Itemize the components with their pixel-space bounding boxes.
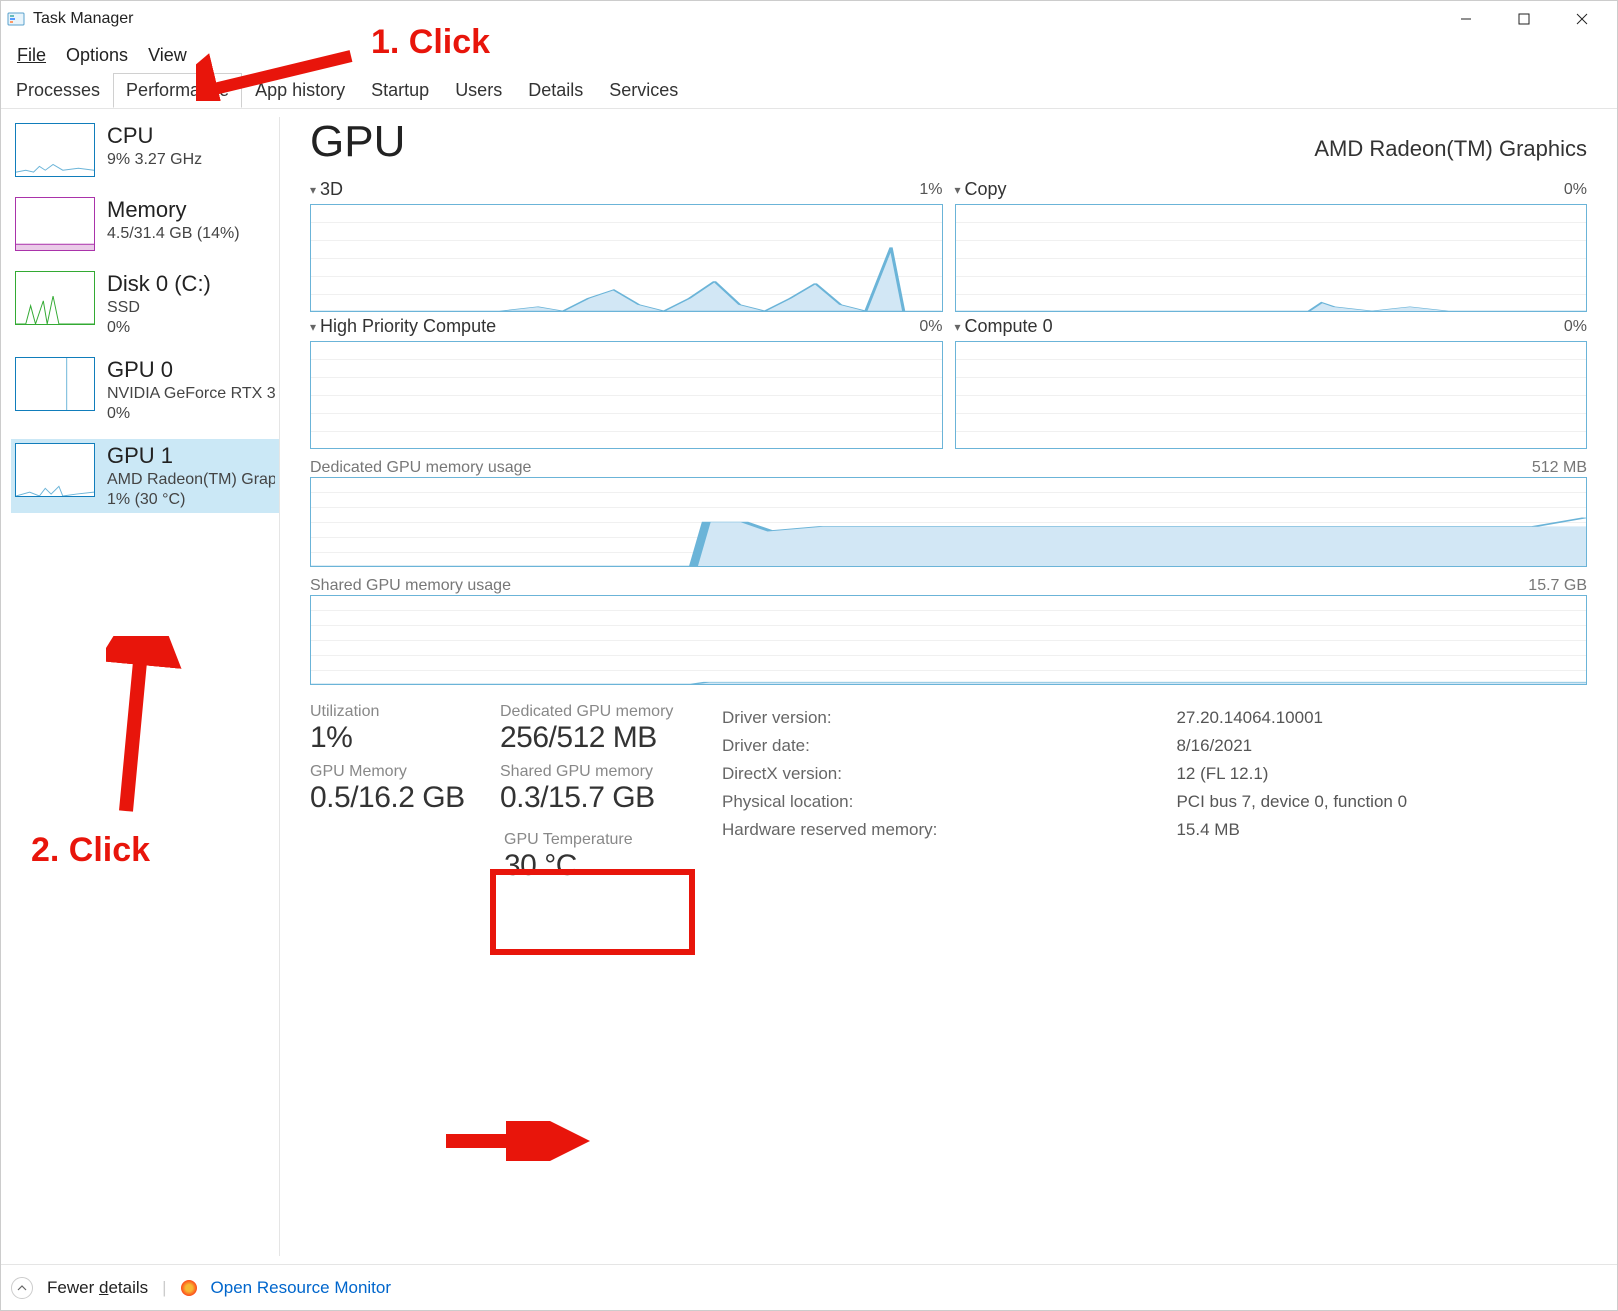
shared-mem-max: 15.7 GB	[1528, 577, 1587, 595]
window-title: Task Manager	[33, 10, 134, 28]
chevron-down-icon[interactable]: ▾	[955, 183, 961, 197]
stat-smem-value: 0.3/15.7 GB	[500, 781, 690, 815]
info-driver-version-value: 27.20.14064.10001	[1176, 705, 1585, 731]
info-driver-date-label: Driver date:	[722, 733, 1174, 759]
chevron-down-icon[interactable]: ▾	[310, 183, 316, 197]
tab-processes[interactable]: Processes	[3, 73, 113, 108]
chart-3d	[310, 204, 943, 312]
stat-util-label: Utilization	[310, 703, 470, 721]
chart-copy-pct: 0%	[1564, 181, 1587, 199]
tab-performance[interactable]: Performance	[113, 73, 242, 108]
chart-dedicated-mem	[310, 477, 1587, 567]
tab-users[interactable]: Users	[442, 73, 515, 108]
gpu0-title: GPU 0	[107, 357, 275, 383]
task-manager-window: Task Manager File Options View Processes…	[0, 0, 1618, 1311]
memory-sub: 4.5/31.4 GB (14%)	[107, 225, 240, 243]
gpu0-pct: 0%	[107, 405, 275, 423]
maximize-button[interactable]	[1495, 1, 1553, 37]
chart-compute0-pct: 0%	[1564, 318, 1587, 336]
stat-gmem-value: 0.5/16.2 GB	[310, 781, 470, 815]
sidebar-item-gpu0[interactable]: GPU 0 NVIDIA GeForce RTX 30 0%	[11, 353, 279, 427]
stat-temp-label: GPU Temperature	[504, 831, 686, 849]
info-physloc-label: Physical location:	[722, 789, 1174, 815]
chart-high-priority-compute	[310, 341, 943, 449]
sidebar-item-gpu1[interactable]: GPU 1 AMD Radeon(TM) Grapl 1% (30 °C)	[11, 439, 279, 513]
disk-sub: SSD	[107, 299, 211, 317]
disk-pct: 0%	[107, 319, 211, 337]
stat-gmem-label: GPU Memory	[310, 763, 470, 781]
performance-sidebar: CPU 9% 3.27 GHz Memory 4.5/31.4 GB (14%)	[1, 109, 279, 1264]
stat-smem-label: Shared GPU memory	[500, 763, 690, 781]
disk-thumb	[15, 271, 95, 325]
chevron-down-icon[interactable]: ▾	[955, 320, 961, 334]
panel-title: GPU	[310, 117, 405, 167]
device-name: AMD Radeon(TM) Graphics	[1314, 136, 1587, 162]
info-physloc-value: PCI bus 7, device 0, function 0	[1176, 789, 1585, 815]
cpu-title: CPU	[107, 123, 202, 149]
tab-details[interactable]: Details	[515, 73, 596, 108]
gpu-detail-panel: GPU AMD Radeon(TM) Graphics ▾ 3D 1%	[280, 109, 1617, 1264]
chart-3d-pct: 1%	[919, 181, 942, 199]
info-driver-version-label: Driver version:	[722, 705, 1174, 731]
menu-options[interactable]: Options	[56, 41, 138, 70]
memory-thumb	[15, 197, 95, 251]
info-driver-date-value: 8/16/2021	[1176, 733, 1585, 759]
disk-title: Disk 0 (C:)	[107, 271, 211, 297]
titlebar: Task Manager	[1, 1, 1617, 37]
gpu0-sub: NVIDIA GeForce RTX 30	[107, 385, 275, 403]
chart-copy	[955, 204, 1588, 312]
menu-view[interactable]: View	[138, 41, 197, 70]
chart-compute0	[955, 341, 1588, 449]
chart-hpc-label[interactable]: High Priority Compute	[320, 316, 496, 337]
close-button[interactable]	[1553, 1, 1611, 37]
chart-copy-label[interactable]: Copy	[965, 179, 1007, 200]
gpu1-sub: AMD Radeon(TM) Grapl	[107, 471, 275, 489]
cpu-sub: 9% 3.27 GHz	[107, 151, 202, 169]
memory-title: Memory	[107, 197, 240, 223]
chevron-down-icon[interactable]: ▾	[310, 320, 316, 334]
sidebar-item-memory[interactable]: Memory 4.5/31.4 GB (14%)	[11, 193, 279, 255]
tab-app-history[interactable]: App history	[242, 73, 358, 108]
info-directx-label: DirectX version:	[722, 761, 1174, 787]
open-resource-monitor-link[interactable]: Open Resource Monitor	[211, 1278, 391, 1298]
app-icon	[7, 10, 25, 28]
details-toggle-button[interactable]	[11, 1277, 33, 1299]
info-reserved-value: 15.4 MB	[1176, 817, 1585, 843]
tab-services[interactable]: Services	[596, 73, 691, 108]
gpu-info-table: Driver version:27.20.14064.10001 Driver …	[720, 703, 1587, 845]
stat-dmem-value: 256/512 MB	[500, 721, 690, 755]
sidebar-item-disk0[interactable]: Disk 0 (C:) SSD 0%	[11, 267, 279, 341]
menubar: File Options View	[1, 37, 1617, 73]
gpu1-title: GPU 1	[107, 443, 275, 469]
dedicated-mem-max: 512 MB	[1532, 459, 1587, 477]
chart-compute0-label[interactable]: Compute 0	[965, 316, 1053, 337]
info-reserved-label: Hardware reserved memory:	[722, 817, 1174, 843]
gpu1-thumb	[15, 443, 95, 497]
chart-hpc-pct: 0%	[919, 318, 942, 336]
annotation-red-box	[490, 869, 695, 955]
footer: Fewer details | Open Resource Monitor	[1, 1264, 1617, 1310]
shared-mem-label: Shared GPU memory usage	[310, 577, 511, 595]
resource-monitor-icon	[181, 1280, 197, 1296]
gpu0-thumb	[15, 357, 95, 411]
stat-util-value: 1%	[310, 721, 470, 755]
stat-dmem-label: Dedicated GPU memory	[500, 703, 690, 721]
cpu-thumb	[15, 123, 95, 177]
minimize-button[interactable]	[1437, 1, 1495, 37]
chart-shared-mem	[310, 595, 1587, 685]
chart-3d-label[interactable]: 3D	[320, 179, 343, 200]
dedicated-mem-label: Dedicated GPU memory usage	[310, 459, 531, 477]
fewer-details-link[interactable]: Fewer details	[47, 1278, 148, 1298]
gpu1-pct: 1% (30 °C)	[107, 491, 275, 509]
tab-startup[interactable]: Startup	[358, 73, 442, 108]
info-directx-value: 12 (FL 12.1)	[1176, 761, 1585, 787]
menu-file[interactable]: File	[7, 41, 56, 70]
tabbar: Processes Performance App history Startu…	[1, 73, 1617, 109]
sidebar-item-cpu[interactable]: CPU 9% 3.27 GHz	[11, 119, 279, 181]
